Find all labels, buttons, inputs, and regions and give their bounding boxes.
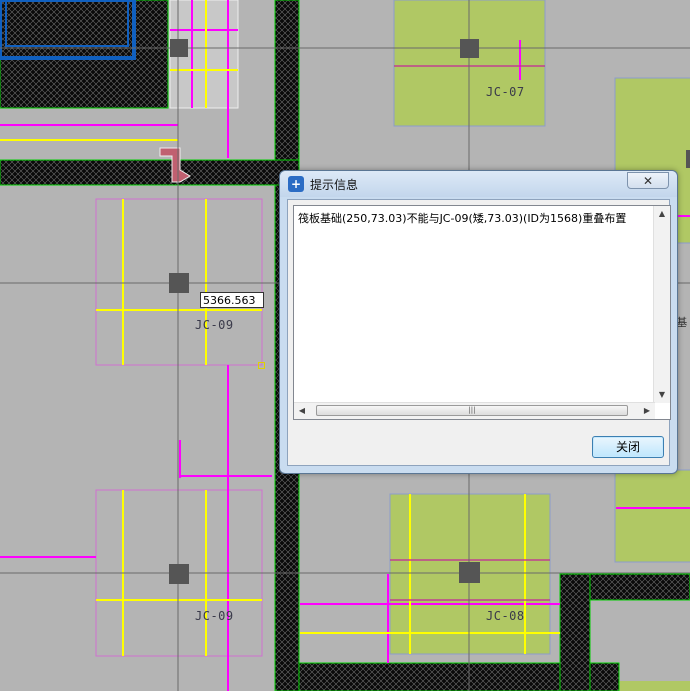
wall-block-top-left xyxy=(0,0,169,109)
scroll-right-icon[interactable]: ▶ xyxy=(639,403,655,419)
pile-cap-bottom-right xyxy=(618,681,690,691)
label-jc09-bottom: JC-09 xyxy=(195,609,234,623)
dialog-body: 筏板基础(250,73.03)不能与JC-09(矮,73.03)(ID为1568… xyxy=(287,199,671,466)
pile-cap-right-lower xyxy=(614,469,690,563)
column-marker xyxy=(169,273,189,293)
wall-bottom-right xyxy=(589,573,690,601)
vertical-scrollbar[interactable]: ▲ ▼ xyxy=(653,206,670,403)
label-jc09-top: JC-09 xyxy=(195,318,234,332)
label-jc07: JC-07 xyxy=(486,85,525,99)
scroll-down-icon[interactable]: ▼ xyxy=(654,387,670,403)
coordinate-input[interactable]: 5366.563 xyxy=(200,292,264,308)
horizontal-scrollbar[interactable]: ◀ ||| ▶ xyxy=(294,402,655,419)
message-dialog: + 提示信息 ✕ 筏板基础(250,73.03)不能与JC-09(矮,73.03… xyxy=(279,170,678,474)
column-marker xyxy=(169,564,189,584)
column-marker xyxy=(459,562,480,583)
label-jc08: JC-08 xyxy=(486,609,525,623)
column-marker xyxy=(460,39,479,58)
message-textbox[interactable]: 筏板基础(250,73.03)不能与JC-09(矮,73.03)(ID为1568… xyxy=(293,205,671,420)
horizontal-scroll-thumb[interactable]: ||| xyxy=(316,405,628,416)
cursor-snap-box xyxy=(258,362,265,369)
wall-horizontal-top xyxy=(0,159,300,186)
scroll-up-icon[interactable]: ▲ xyxy=(654,206,670,222)
scroll-left-icon[interactable]: ◀ xyxy=(294,403,310,419)
dialog-title: 提示信息 xyxy=(310,178,359,192)
app-icon: + xyxy=(288,176,304,192)
close-icon[interactable]: ✕ xyxy=(627,172,669,189)
dialog-titlebar[interactable]: + 提示信息 ✕ xyxy=(280,171,677,197)
message-text: 筏板基础(250,73.03)不能与JC-09(矮,73.03)(ID为1568… xyxy=(298,212,627,225)
column-marker xyxy=(170,39,188,57)
close-button[interactable]: 关闭 xyxy=(592,436,664,458)
wall-bottom-vertical xyxy=(559,573,591,691)
wall-vertical-top xyxy=(274,0,300,186)
